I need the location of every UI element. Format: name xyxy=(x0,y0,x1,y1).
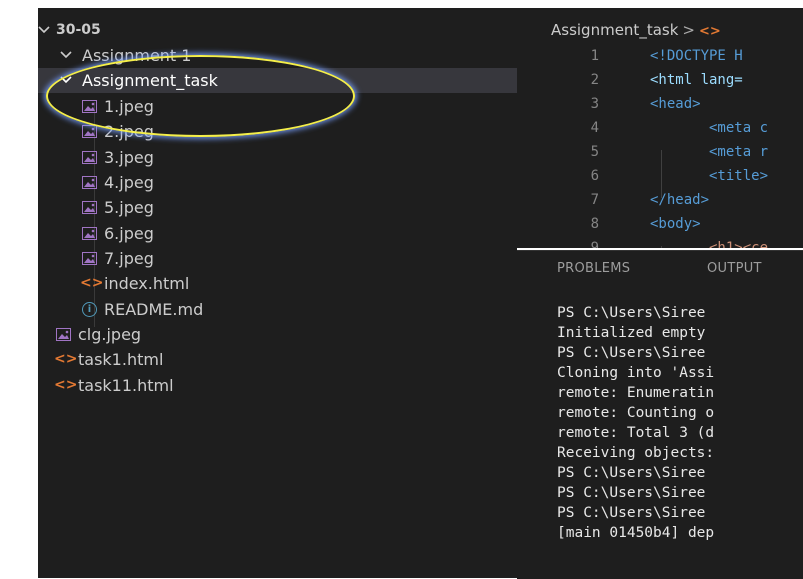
image-icon xyxy=(82,151,97,164)
tree-file-7-jpeg[interactable]: 7.jpeg xyxy=(38,246,517,271)
line-number: 5 xyxy=(590,144,599,160)
image-icon xyxy=(56,328,71,341)
code-line: 7 </head> xyxy=(517,188,803,212)
terminal-line: Cloning into 'Assi xyxy=(557,365,715,381)
code-text: <meta c xyxy=(709,120,769,136)
code-line: 5 <meta r xyxy=(517,140,803,164)
html-icon: <> xyxy=(80,275,104,291)
terminal-line: PS C:\Users\Siree xyxy=(557,345,706,361)
tree-file-clg-jpeg[interactable]: clg.jpeg xyxy=(38,322,517,347)
terminal-line: PS C:\Users\Siree xyxy=(557,305,706,321)
image-icon xyxy=(82,176,97,189)
info-icon: i xyxy=(82,302,97,317)
tree-file-2-jpeg[interactable]: 2.jpeg xyxy=(38,119,517,144)
code-text: <!DOCTYPE H xyxy=(650,48,743,64)
tree-label: README.md xyxy=(104,300,204,319)
code-editor[interactable]: Assignment_task > <> 1 <!DOCTYPE H 2 <html… xyxy=(517,8,803,248)
terminal-panel: PROBLEMS OUTPUT PS C:\Users\Siree Initia… xyxy=(517,250,803,579)
tree-label: task1.html xyxy=(78,350,164,369)
html-icon: <> xyxy=(54,377,78,393)
tree-file-index-html[interactable]: <> index.html xyxy=(38,271,517,296)
tab-output[interactable]: OUTPUT xyxy=(707,261,762,276)
tree-file-5-jpeg[interactable]: 5.jpeg xyxy=(38,195,517,220)
code-line: 8 <body> xyxy=(517,212,803,236)
line-number: 2 xyxy=(590,72,599,88)
code-text: <title> xyxy=(709,168,769,184)
code-line: 2 <html lang= xyxy=(517,68,803,92)
tree-label: 3.jpeg xyxy=(104,148,154,167)
tree-label: Assignment 1 xyxy=(82,46,192,65)
line-number: 9 xyxy=(590,240,599,248)
file-explorer: 30-05 Assignment 1 Assignment_task 1.jpe… xyxy=(38,8,517,578)
terminal-line: remote: Total 3 (d xyxy=(557,425,715,441)
tree-label: clg.jpeg xyxy=(78,325,142,344)
image-icon xyxy=(82,201,97,214)
code-text: <h1><ce xyxy=(709,240,769,248)
breadcrumb-folder[interactable]: Assignment_task xyxy=(551,21,678,39)
tree-label: 1.jpeg xyxy=(104,97,154,116)
breadcrumb: Assignment_task > <> xyxy=(551,18,721,42)
tree-label: 7.jpeg xyxy=(104,249,154,268)
tree-label: index.html xyxy=(104,274,190,293)
code-text: </head> xyxy=(650,192,710,208)
tree-label: task11.html xyxy=(78,376,174,395)
tree-file-task11-html[interactable]: <> task11.html xyxy=(38,373,517,398)
image-icon xyxy=(82,252,97,265)
code-line: 3 <head> xyxy=(517,92,803,116)
code-text: <body> xyxy=(650,216,701,232)
tab-problems[interactable]: PROBLEMS xyxy=(557,261,630,276)
terminal-line: remote: Enumeratin xyxy=(557,385,715,401)
image-icon xyxy=(82,125,97,138)
line-number: 7 xyxy=(590,192,599,208)
code-line: 9 <h1><ce xyxy=(517,236,803,248)
code-text: <meta r xyxy=(709,144,769,160)
terminal-line: PS C:\Users\Siree xyxy=(557,505,706,521)
code-line: 6 <title> xyxy=(517,164,803,188)
tree-label: 4.jpeg xyxy=(104,173,154,192)
tree-label: Assignment_task xyxy=(82,71,218,90)
terminal-line: Receiving objects: xyxy=(557,445,715,461)
tree-file-1-jpeg[interactable]: 1.jpeg xyxy=(38,94,517,119)
code-text: <head> xyxy=(650,96,701,112)
tree-folder-assignment-1[interactable]: Assignment 1 xyxy=(38,43,517,68)
html-icon: <> xyxy=(54,351,78,367)
terminal-line: [main 01450b4] dep xyxy=(557,525,715,541)
terminal-line: remote: Counting o xyxy=(557,405,715,421)
code-line: 1 <!DOCTYPE H xyxy=(517,44,803,68)
tree-file-readme-md[interactable]: i README.md xyxy=(38,297,517,322)
tree-folder-root[interactable]: 30-05 xyxy=(38,18,517,43)
code-line: 4 <meta c xyxy=(517,116,803,140)
image-icon xyxy=(82,227,97,240)
terminal-line: Initialized empty xyxy=(557,325,706,341)
line-number: 6 xyxy=(590,168,599,184)
image-icon xyxy=(82,100,97,113)
tree-folder-assignment-task[interactable]: Assignment_task xyxy=(38,68,517,93)
chevron-down-icon xyxy=(60,68,74,93)
tree-file-3-jpeg[interactable]: 3.jpeg xyxy=(38,145,517,170)
line-number: 4 xyxy=(590,120,599,136)
terminal-line: PS C:\Users\Siree xyxy=(557,485,706,501)
chevron-down-icon xyxy=(38,18,52,43)
tree-file-6-jpeg[interactable]: 6.jpeg xyxy=(38,221,517,246)
tree-label: 2.jpeg xyxy=(104,122,154,141)
terminal-line: PS C:\Users\Siree xyxy=(557,465,706,481)
html-icon: <> xyxy=(698,24,721,39)
line-number: 8 xyxy=(590,216,599,232)
line-number: 1 xyxy=(590,48,599,64)
line-number: 3 xyxy=(590,96,599,112)
tree-file-4-jpeg[interactable]: 4.jpeg xyxy=(38,170,517,195)
tree-label: 5.jpeg xyxy=(104,198,154,217)
tree-label: 30-05 xyxy=(56,22,101,38)
chevron-down-icon xyxy=(60,43,74,68)
breadcrumb-separator: > xyxy=(682,21,695,39)
tree-file-task1-html[interactable]: <> task1.html xyxy=(38,347,517,372)
code-text: <html lang= xyxy=(650,72,743,88)
tree-label: 6.jpeg xyxy=(104,224,154,243)
